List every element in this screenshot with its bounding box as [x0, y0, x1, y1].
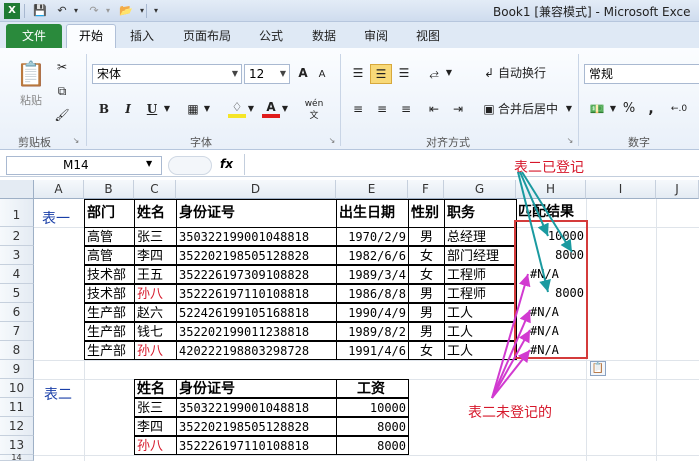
arrow	[521, 171, 573, 253]
arrow	[491, 329, 531, 399]
annotation-arrows	[491, 171, 573, 399]
arrow	[491, 273, 531, 399]
teal-arrows	[517, 171, 573, 293]
arrow	[519, 171, 549, 237]
arrow	[491, 349, 531, 399]
arrow	[491, 309, 531, 399]
magenta-arrows	[491, 273, 531, 399]
